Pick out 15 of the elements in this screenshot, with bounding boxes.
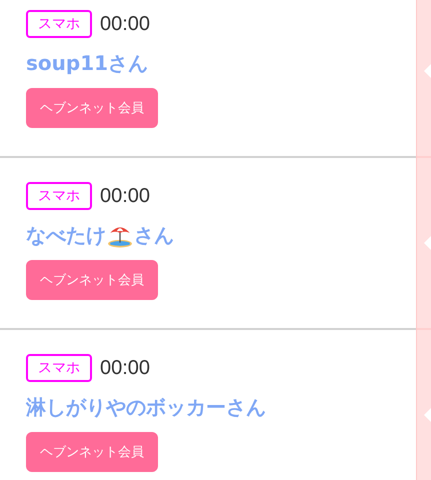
notch-icon xyxy=(424,235,431,251)
user-name[interactable]: soup11さん xyxy=(26,48,416,78)
member-button[interactable]: ヘブンネット会員 xyxy=(26,260,158,300)
notch-icon xyxy=(424,63,431,79)
member-button[interactable]: ヘブンネット会員 xyxy=(26,432,158,472)
user-name[interactable]: なべたけ さん xyxy=(26,220,416,250)
notch-icon xyxy=(424,407,431,423)
user-name[interactable]: 淋しがりやのボッカーさん xyxy=(26,392,416,422)
post-time: 00:00 xyxy=(100,184,150,208)
device-tag: スマホ xyxy=(26,354,92,382)
device-tag: スマホ xyxy=(26,182,92,210)
member-button[interactable]: ヘブンネット会員 xyxy=(26,88,158,128)
device-tag: スマホ xyxy=(26,10,92,38)
post-time: 00:00 xyxy=(100,356,150,380)
post-time: 00:00 xyxy=(100,12,150,36)
